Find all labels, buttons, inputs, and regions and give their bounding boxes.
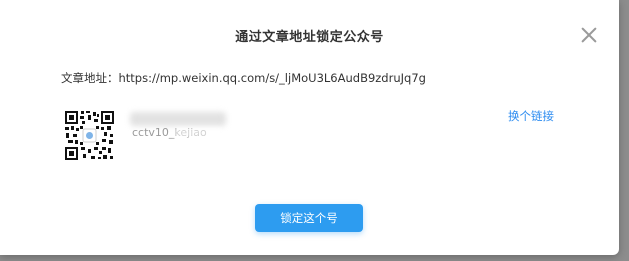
account-name-redacted [130,112,226,126]
article-url-value: https://mp.weixin.qq.com/s/_ljMoU3L6AudB… [118,71,426,85]
dialog-title: 通过文章地址锁定公众号 [235,30,384,45]
account-id-redaction [174,128,222,138]
lock-account-dialog: 通过文章地址锁定公众号 文章地址：https://mp.weixin.qq.co… [0,0,619,255]
lock-account-button[interactable]: 锁定这个号 [255,204,363,232]
article-url-row: 文章地址：https://mp.weixin.qq.com/s/_ljMoU3L… [61,70,426,86]
article-url-label: 文章地址： [61,71,119,85]
qr-code-icon [64,110,115,161]
account-row: cctv10_kejiao 换个链接 [64,108,564,162]
close-icon[interactable] [580,26,598,44]
change-link[interactable]: 换个链接 [508,108,554,124]
